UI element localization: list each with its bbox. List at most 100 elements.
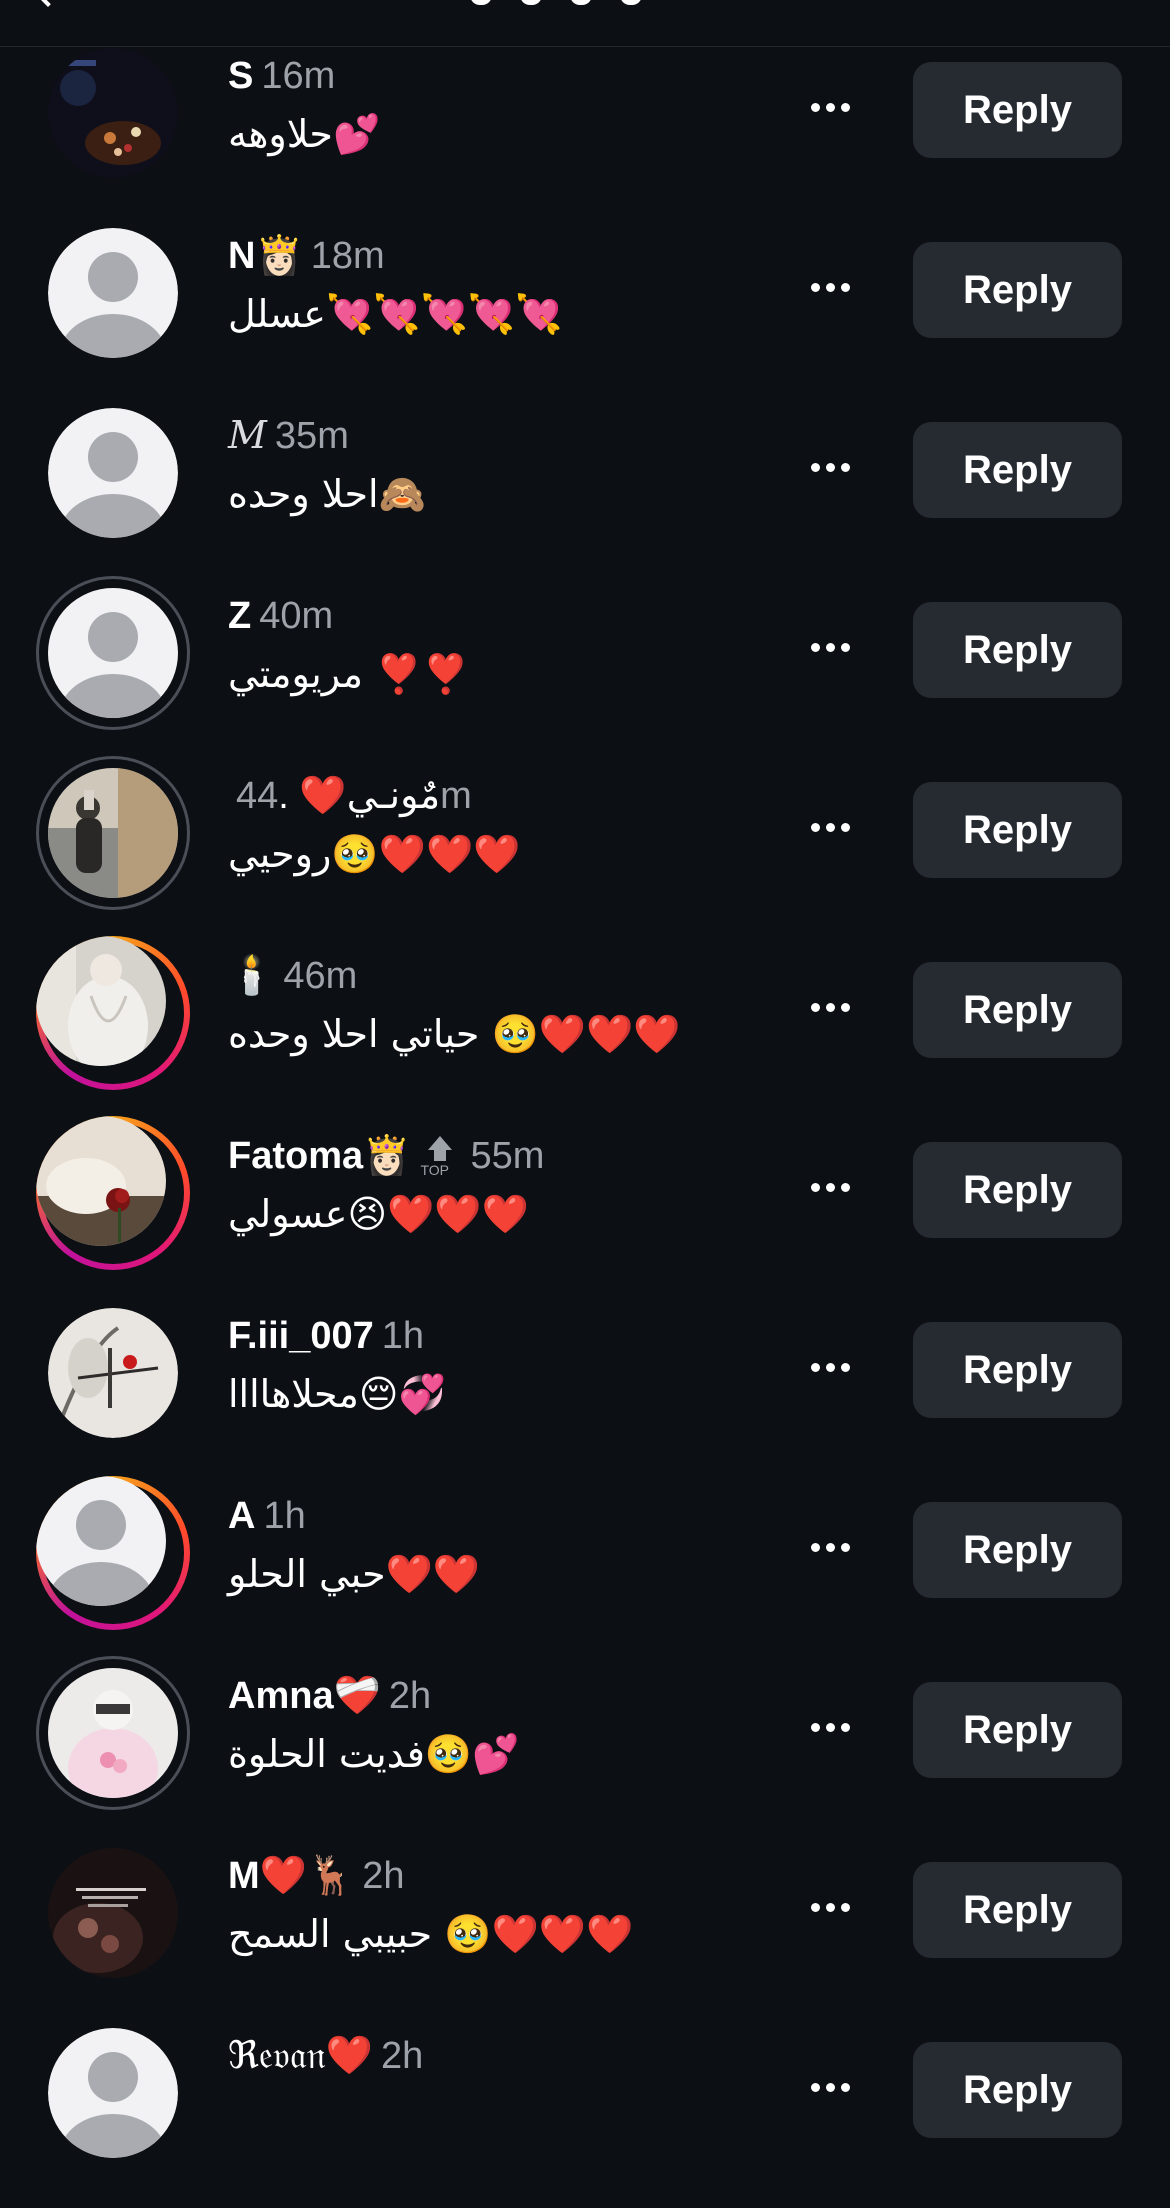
default-avatar-icon xyxy=(48,408,178,538)
ellipsis-icon xyxy=(810,1363,820,1372)
comment-text: روحيي🥹❤️❤️❤️ xyxy=(228,832,521,876)
avatar[interactable] xyxy=(36,756,190,910)
username[interactable]: A xyxy=(228,1495,255,1537)
comment-text: حبي الحلو❤️❤️ xyxy=(228,1552,481,1596)
username[interactable]: N👸🏻 xyxy=(228,235,303,277)
comment-row: Amna❤️‍🩹 2h فديت الحلوة🥹💕 Reply xyxy=(0,1656,1170,1848)
avatar[interactable] xyxy=(36,1116,190,1270)
reply-button[interactable]: Reply xyxy=(913,62,1122,158)
comment-text: فديت الحلوة🥹💕 xyxy=(228,1732,520,1776)
comment-text: مريومتي ❣️❣️ xyxy=(228,652,470,696)
more-options-button[interactable] xyxy=(800,1708,860,1748)
comment-text: عسولي😣❤️❤️❤️ xyxy=(228,1192,530,1236)
reply-button[interactable]: Reply xyxy=(913,962,1122,1058)
timestamp: 2h xyxy=(362,1855,405,1897)
username[interactable]: Fatoma👸🏻 xyxy=(228,1135,410,1177)
ellipsis-icon xyxy=(810,1543,820,1552)
comment-text: حياتي احلا وحده 🥹❤️❤️❤️ xyxy=(228,1012,681,1056)
reply-button[interactable]: Reply xyxy=(913,422,1122,518)
comment-header: ℜ𝔢𝔳𝔞𝔫❤️ 2h xyxy=(228,2030,423,2080)
comment-row: S 16m حلاوهه💕 Reply xyxy=(0,48,1170,228)
reply-button[interactable]: Reply xyxy=(913,1682,1122,1778)
more-options-button[interactable] xyxy=(800,988,860,1028)
comment-row: N👸🏻 18m عسلل💘💘💘💘💘 Reply xyxy=(0,228,1170,408)
avatar[interactable] xyxy=(48,1308,178,1438)
comment-header: S 16m xyxy=(228,50,335,100)
reply-button[interactable]: Reply xyxy=(913,1142,1122,1238)
timestamp: 18m xyxy=(310,235,385,277)
comment-header: A 1h xyxy=(228,1490,306,1540)
more-options-button[interactable] xyxy=(800,1528,860,1568)
comment-header: Amna❤️‍🩹 2h xyxy=(228,1670,431,1720)
username[interactable]: M❤️🦌 xyxy=(228,1855,354,1897)
timestamp: 40m xyxy=(259,595,334,637)
avatar[interactable] xyxy=(36,1476,190,1630)
default-avatar-icon xyxy=(48,588,178,718)
ellipsis-icon xyxy=(810,1183,820,1192)
username[interactable]: ℜ𝔢𝔳𝔞𝔫❤️ xyxy=(228,2033,373,2077)
comment-text: حبيبي السمح 🥹❤️❤️❤️ xyxy=(228,1912,634,1956)
reply-button[interactable]: Reply xyxy=(913,1322,1122,1418)
more-options-button[interactable] xyxy=(800,1348,860,1388)
more-options-button[interactable] xyxy=(800,808,860,848)
reply-button[interactable]: Reply xyxy=(913,602,1122,698)
comment-row: M❤️🦌 2h حبيبي السمح 🥹❤️❤️❤️ Reply xyxy=(0,1848,1170,2028)
comment-header: Z 40m xyxy=(228,590,333,640)
comment-row: مٌونـي❤️ .44m روحيي🥹❤️❤️❤️ Reply xyxy=(0,756,1170,948)
comment-text: عسلل💘💘💘💘💘 xyxy=(228,292,563,336)
chevron-left-icon[interactable] xyxy=(31,0,65,7)
username[interactable]: S xyxy=(228,55,253,97)
avatar[interactable] xyxy=(36,576,190,730)
comment-header: M❤️🦌 2h xyxy=(228,1850,405,1900)
username[interactable]: Z xyxy=(228,595,251,637)
default-avatar-icon xyxy=(48,2028,178,2158)
ellipsis-icon xyxy=(810,1723,820,1732)
avatar[interactable] xyxy=(48,48,178,178)
ellipsis-icon xyxy=(810,1003,820,1012)
default-avatar-icon xyxy=(36,1476,166,1606)
comment-row: F.iii_007 1h محلاهاااا😔💞 Reply xyxy=(0,1308,1170,1488)
more-options-button[interactable] xyxy=(800,88,860,128)
reply-button[interactable]: Reply xyxy=(913,2042,1122,2138)
avatar[interactable] xyxy=(48,408,178,538)
comment-row: 🕯️ 46m حياتي احلا وحده 🥹❤️❤️❤️ Reply xyxy=(0,936,1170,1128)
default-avatar-icon xyxy=(48,228,178,358)
comment-row: 𝑀 35m احلا وحده🙈 Reply xyxy=(0,408,1170,588)
comment-row: Fatoma👸🏻 TOP 55m عسولي😣❤️❤️❤️ Reply xyxy=(0,1116,1170,1308)
username[interactable]: 𝑀 xyxy=(228,413,267,457)
comment-header: 🕯️ 46m xyxy=(228,950,357,1000)
username[interactable]: Amna❤️‍🩹 xyxy=(228,1675,381,1717)
avatar[interactable] xyxy=(48,1848,178,1978)
timestamp: 2h xyxy=(388,1675,432,1717)
timestamp: 2h xyxy=(380,2035,424,2077)
more-options-button[interactable] xyxy=(800,1168,860,1208)
comment-header: Fatoma👸🏻 TOP 55m xyxy=(228,1130,544,1180)
more-options-button[interactable] xyxy=(800,268,860,308)
top-bar xyxy=(0,0,1170,47)
more-options-button[interactable] xyxy=(800,2068,860,2108)
avatar[interactable] xyxy=(48,228,178,358)
avatar[interactable] xyxy=(36,936,190,1090)
comment-header: 𝑀 35m xyxy=(228,410,349,460)
username[interactable]: 🕯️ xyxy=(228,955,275,997)
reply-button[interactable]: Reply xyxy=(913,242,1122,338)
username[interactable]: F.iii_007 xyxy=(228,1315,374,1357)
ellipsis-icon xyxy=(810,1903,820,1912)
ellipsis-icon xyxy=(810,103,820,112)
reply-button[interactable]: Reply xyxy=(913,1862,1122,1958)
avatar[interactable] xyxy=(36,1656,190,1810)
more-options-button[interactable] xyxy=(800,448,860,488)
comment-text: حلاوهه💕 xyxy=(228,112,381,156)
reply-button[interactable]: Reply xyxy=(913,1502,1122,1598)
timestamp: 1h xyxy=(263,1495,306,1537)
more-options-button[interactable] xyxy=(800,1888,860,1928)
comment-text: احلا وحده🙈 xyxy=(228,472,426,516)
ellipsis-icon xyxy=(810,283,820,292)
reply-button[interactable]: Reply xyxy=(913,782,1122,878)
avatar[interactable] xyxy=(48,2028,178,2158)
username[interactable]: مٌونـي❤️ . xyxy=(278,775,440,817)
ellipsis-icon xyxy=(810,643,820,652)
comment-row: A 1h حبي الحلو❤️❤️ Reply xyxy=(0,1476,1170,1668)
comment-header: مٌونـي❤️ .44m xyxy=(228,770,472,820)
more-options-button[interactable] xyxy=(800,628,860,668)
